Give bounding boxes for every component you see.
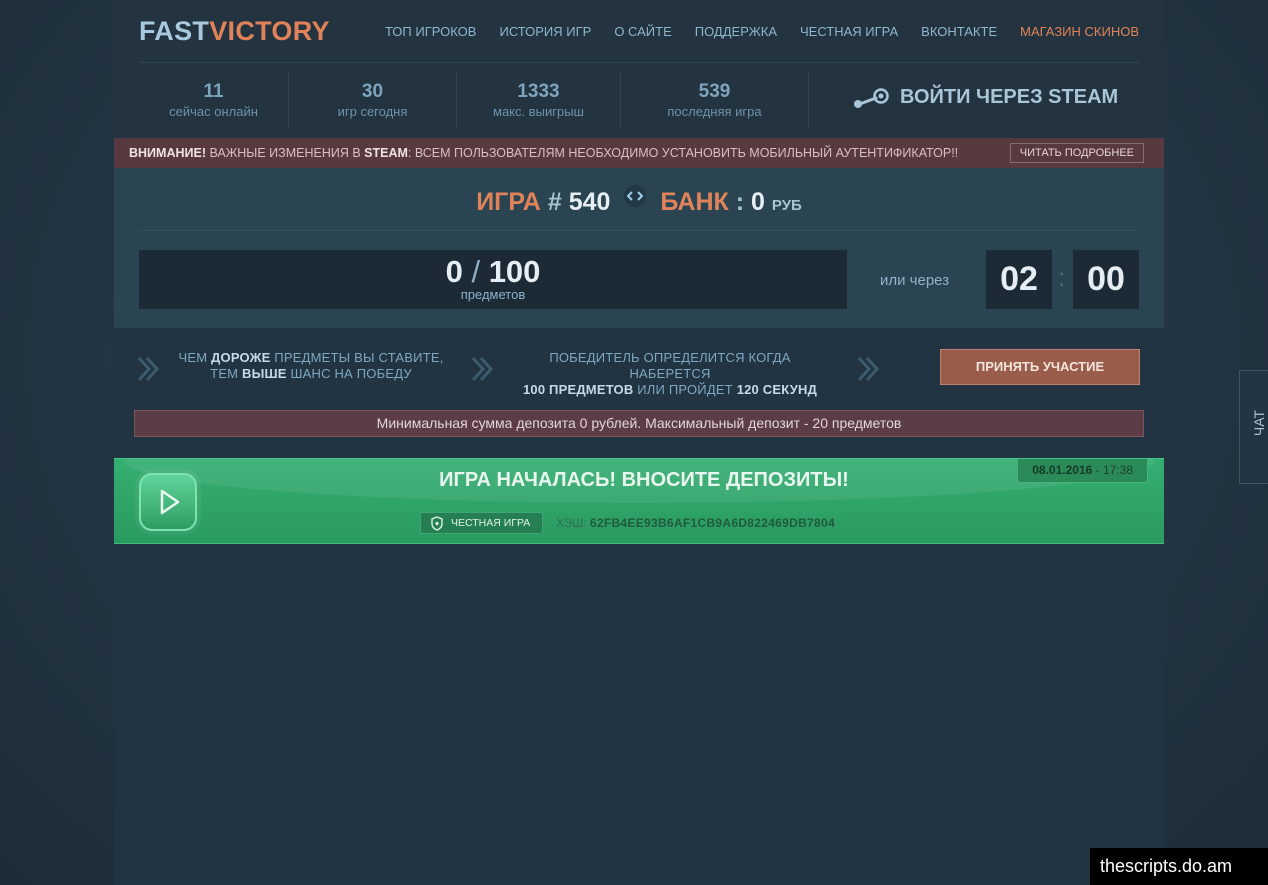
game-start-date: 08.01.2016 - 17:38 bbox=[1017, 459, 1148, 483]
timer-seconds: 00 bbox=[1073, 250, 1139, 309]
shield-icon bbox=[431, 516, 443, 531]
game-title: ИГРА # 540 БАНК : 0 РУБ bbox=[114, 185, 1164, 217]
deposit-limits: Минимальная сумма депозита 0 рублей. Мак… bbox=[134, 410, 1144, 437]
bank-label: БАНК bbox=[660, 188, 729, 216]
time-separator: - bbox=[1092, 463, 1103, 477]
game-hash-sign: # bbox=[547, 188, 562, 216]
main-nav: ТОП ИГРОКОВ ИСТОРИЯ ИГР О САЙТЕ ПОДДЕРЖК… bbox=[385, 24, 1139, 39]
stat-label: макс. выигрыш bbox=[493, 104, 584, 119]
timer-colon: : bbox=[1058, 262, 1066, 292]
steam-login-button[interactable]: ВОЙТИ ЧЕРЕЗ STEAM bbox=[852, 86, 1118, 109]
items-max: 100 bbox=[488, 254, 541, 289]
stat-value: 11 bbox=[203, 81, 224, 102]
join-game-button[interactable]: ПРИНЯТЬ УЧАСТИЕ bbox=[940, 349, 1140, 385]
start-date: 08.01.2016 bbox=[1032, 463, 1093, 477]
items-count: 0 / 100 bbox=[139, 254, 847, 290]
alert-prefix: ВНИМАНИЕ! bbox=[129, 146, 206, 160]
fair-game-badge[interactable]: ЧЕСТНАЯ ИГРА bbox=[420, 512, 544, 534]
stat-games-today: 30 игр сегодня bbox=[289, 72, 457, 128]
tip2-c: ИЛИ ПРОЙДЕТ bbox=[633, 382, 737, 397]
steam-login-label: ВОЙТИ ЧЕРЕЗ STEAM bbox=[900, 86, 1119, 108]
chevron-right-icon bbox=[857, 356, 880, 382]
swap-arrows-icon bbox=[624, 185, 647, 207]
tip2-b: 100 ПРЕДМЕТОВ bbox=[522, 382, 634, 397]
stat-value: 539 bbox=[698, 81, 731, 102]
items-separator: / bbox=[471, 254, 481, 289]
read-more-button[interactable]: ЧИТАТЬ ПОДРОБНЕЕ bbox=[1009, 143, 1144, 163]
items-progress: 0 / 100 предметов bbox=[139, 250, 847, 309]
game-number: 540 bbox=[568, 188, 611, 216]
hash-label: ХЭШ: bbox=[556, 516, 590, 530]
chevron-right-icon bbox=[471, 356, 494, 382]
tip1-b: ДОРОЖЕ bbox=[211, 350, 271, 365]
tip-winner: ПОБЕДИТЕЛЬ ОПРЕДЕЛИТСЯ КОГДА НАБЕРЕТСЯ 1… bbox=[510, 350, 830, 398]
stat-value: 1333 bbox=[517, 81, 560, 102]
or-via-label: или через bbox=[880, 272, 950, 289]
game-panel: ИГРА # 540 БАНК : 0 РУБ 0 / 100 предметов… bbox=[114, 168, 1164, 328]
steam-icon bbox=[854, 87, 889, 108]
site-header: FASTVICTORY ТОП ИГРОКОВ ИСТОРИЯ ИГР О СА… bbox=[114, 0, 1164, 138]
start-time: 17:38 bbox=[1102, 463, 1133, 477]
stat-online: 11 сейчас онлайн bbox=[139, 72, 289, 128]
tip-expensive: ЧЕМ ДОРОЖЕ ПРЕДМЕТЫ ВЫ СТАВИТЕ, ТЕМ ВЫШЕ… bbox=[176, 350, 446, 382]
items-label: предметов bbox=[460, 287, 526, 302]
stat-label: сейчас онлайн bbox=[169, 104, 258, 119]
bank-currency: РУБ bbox=[771, 197, 802, 214]
alert-message: ВНИМАНИЕ! ВАЖНЫЕ ИЗМЕНЕНИЯ В STEAM: ВСЕМ… bbox=[129, 146, 958, 160]
chat-tab[interactable]: ЧАТ bbox=[1239, 370, 1268, 484]
alert-steam: STEAM bbox=[364, 146, 408, 160]
stat-max-win: 1333 макс. выигрыш bbox=[457, 72, 621, 128]
nav-top-players[interactable]: ТОП ИГРОКОВ bbox=[385, 24, 477, 39]
stat-last-game: 539 последняя игра bbox=[621, 72, 809, 128]
nav-support[interactable]: ПОДДЕРЖКА bbox=[695, 24, 777, 39]
logo-part1: FAST bbox=[139, 16, 210, 46]
game-label: ИГРА bbox=[476, 188, 541, 216]
tip1-f: ШАНС НА ПОБЕДУ bbox=[286, 366, 412, 381]
game-hash: ХЭШ: 62FB4EE93B6AF1CB9A6D822469DB7804 bbox=[556, 516, 835, 530]
nav-game-history[interactable]: ИСТОРИЯ ИГР bbox=[499, 24, 591, 39]
page-container: FASTVICTORY ТОП ИГРОКОВ ИСТОРИЯ ИГР О СА… bbox=[114, 0, 1164, 885]
timer-minutes: 02 bbox=[986, 250, 1052, 309]
logo-part2: VICTORY bbox=[209, 16, 330, 46]
hash-value: 62FB4EE93B6AF1CB9A6D822469DB7804 bbox=[589, 516, 835, 530]
nav-skin-shop[interactable]: МАГАЗИН СКИНОВ bbox=[1020, 24, 1139, 39]
nav-about[interactable]: О САЙТЕ bbox=[614, 24, 671, 39]
tip1-d: ТЕМ bbox=[210, 366, 243, 381]
steam-alert-banner: ВНИМАНИЕ! ВАЖНЫЕ ИЗМЕНЕНИЯ В STEAM: ВСЕМ… bbox=[114, 138, 1164, 168]
tip1-c: ПРЕДМЕТЫ ВЫ СТАВИТЕ, bbox=[270, 350, 444, 365]
tip2-d: 120 СЕКУНД bbox=[736, 382, 818, 397]
items-current: 0 bbox=[445, 254, 463, 289]
watermark: thescripts.do.am bbox=[1090, 848, 1268, 885]
site-logo[interactable]: FASTVICTORY bbox=[139, 16, 330, 47]
alert-text1: ВАЖНЫЕ ИЗМЕНЕНИЯ В bbox=[206, 146, 365, 160]
stat-value: 30 bbox=[361, 81, 384, 102]
game-started-bar: ИГРА НАЧАЛАСЬ! ВНОСИТЕ ДЕПОЗИТЫ! ЧЕСТНАЯ… bbox=[114, 458, 1164, 544]
stat-label: игр сегодня bbox=[337, 104, 408, 119]
chat-label: ЧАТ bbox=[1251, 409, 1268, 437]
fair-game-label: ЧЕСТНАЯ ИГРА bbox=[451, 517, 531, 529]
tip2-a: ПОБЕДИТЕЛЬ ОПРЕДЕЛИТСЯ КОГДА НАБЕРЕТСЯ bbox=[549, 350, 791, 381]
bank-value: 0 bbox=[751, 188, 765, 216]
tip1-a: ЧЕМ bbox=[178, 350, 212, 365]
alert-text2: : ВСЕМ ПОЛЬЗОВАТЕЛЯМ НЕОБХОДИМО УСТАНОВИ… bbox=[407, 146, 959, 160]
nav-fair-game[interactable]: ЧЕСТНАЯ ИГРА bbox=[800, 24, 898, 39]
tip1-e: ВЫШЕ bbox=[242, 366, 287, 381]
stat-label: последняя игра bbox=[667, 104, 762, 119]
nav-vkontakte[interactable]: ВКОНТАКТЕ bbox=[921, 24, 997, 39]
game-started-title: ИГРА НАЧАЛАСЬ! ВНОСИТЕ ДЕПОЗИТЫ! bbox=[439, 469, 849, 491]
info-band: ЧЕМ ДОРОЖЕ ПРЕДМЕТЫ ВЫ СТАВИТЕ, ТЕМ ВЫШЕ… bbox=[114, 328, 1164, 458]
chevron-right-icon bbox=[137, 356, 160, 382]
header-divider bbox=[139, 62, 1139, 63]
game-divider bbox=[139, 230, 1139, 231]
stats-bar: 11 сейчас онлайн 30 игр сегодня 1333 мак… bbox=[139, 72, 809, 130]
bank-colon: : bbox=[735, 188, 745, 216]
